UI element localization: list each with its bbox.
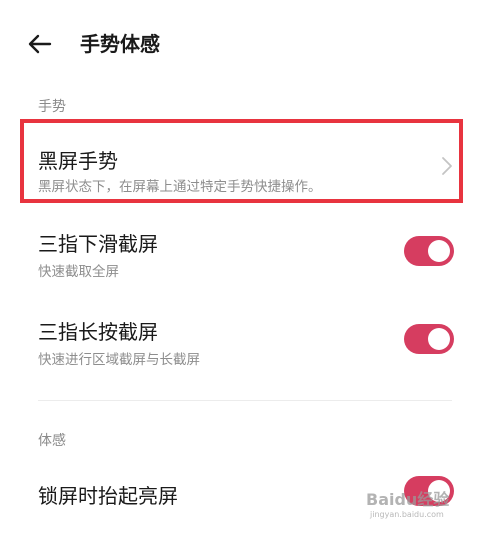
raise-to-wake-title: 锁屏时抬起亮屏 xyxy=(38,484,178,508)
three-finger-press-subtitle: 快速进行区域截屏与长截屏 xyxy=(38,352,200,368)
section-label-motion: 体感 xyxy=(38,433,66,449)
baidu-watermark: Baidu经验 jingyan.baidu.com xyxy=(366,486,476,526)
highlight-box xyxy=(20,119,463,203)
arrow-left-icon xyxy=(28,34,52,54)
three-finger-swipe-toggle[interactable] xyxy=(404,236,454,266)
watermark-line2: jingyan.baidu.com xyxy=(370,510,444,519)
toggle-knob xyxy=(428,240,450,262)
toggle-knob xyxy=(428,328,450,350)
chevron-right-icon xyxy=(442,157,452,175)
three-finger-press-toggle[interactable] xyxy=(404,324,454,354)
watermark-line1: Baidu经验 xyxy=(366,490,450,509)
divider xyxy=(38,400,452,401)
three-finger-swipe-title: 三指下滑截屏 xyxy=(38,232,158,256)
page-title: 手势体感 xyxy=(80,32,160,56)
app-header: 手势体感 xyxy=(0,22,485,66)
three-finger-swipe-subtitle: 快速截取全屏 xyxy=(38,264,119,280)
three-finger-press-title: 三指长按截屏 xyxy=(38,320,158,344)
section-label-gesture: 手势 xyxy=(38,99,66,115)
back-button[interactable] xyxy=(28,30,64,58)
